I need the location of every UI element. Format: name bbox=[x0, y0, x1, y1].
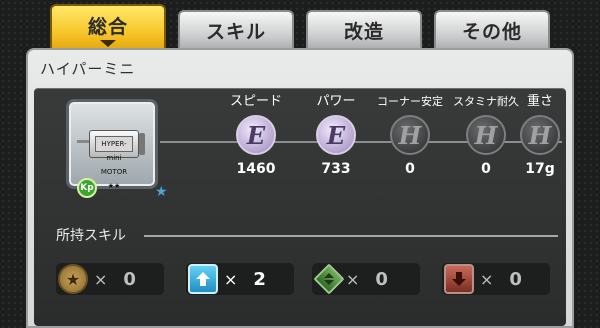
tab-skill-label: スキル bbox=[205, 20, 266, 43]
grade-badge: E bbox=[316, 115, 356, 155]
tab-overview[interactable]: 総合 bbox=[50, 4, 166, 50]
skills-heading: 所持スキル bbox=[56, 228, 126, 244]
up-arrow-icon bbox=[188, 264, 218, 294]
multiply-sign: × bbox=[480, 269, 494, 289]
skill-count: 2 bbox=[253, 268, 266, 290]
stat-value: 0 bbox=[405, 161, 415, 177]
skill-count: 0 bbox=[509, 268, 522, 290]
tab-modify-label: 改造 bbox=[343, 20, 384, 43]
part-thumbnail[interactable]: HYPER-mini MOTOR ★★ Kp ★ bbox=[66, 99, 168, 200]
tab-other[interactable]: その他 bbox=[434, 10, 550, 48]
motor-icon: HYPER-mini MOTOR ★★ bbox=[89, 130, 139, 190]
kp-badge: Kp bbox=[77, 178, 97, 198]
stats-area: HYPER-mini MOTOR ★★ Kp ★ スピード E 1460 パワー… bbox=[34, 88, 566, 326]
star-icon: ★ bbox=[155, 184, 168, 200]
multiply-sign: × bbox=[346, 269, 360, 289]
motor-cap bbox=[139, 133, 145, 155]
tab-overview-label: 総合 bbox=[87, 15, 128, 38]
skill-count: 0 bbox=[375, 268, 388, 290]
skill-slot-down[interactable]: × 0 bbox=[442, 263, 550, 295]
skill-slot-up[interactable]: × 2 bbox=[186, 263, 294, 295]
stat-power: パワー E 733 bbox=[296, 93, 376, 177]
stat-name: コーナー安定 bbox=[377, 95, 443, 108]
stat-cornering: コーナー安定 H 0 bbox=[370, 93, 450, 177]
stat-weight: 重さ H 17g bbox=[500, 93, 580, 177]
grade-badge: E bbox=[236, 115, 276, 155]
stat-value: 1460 bbox=[236, 161, 276, 177]
stat-value: 17g bbox=[525, 161, 555, 177]
tab-skill[interactable]: スキル bbox=[178, 10, 294, 48]
motor-label: HYPER-mini MOTOR ★★ bbox=[95, 136, 133, 190]
multiply-sign: × bbox=[94, 269, 108, 289]
grade-badge: H bbox=[520, 115, 560, 155]
stat-speed: スピード E 1460 bbox=[216, 93, 296, 177]
skill-count: 0 bbox=[123, 268, 136, 290]
divider bbox=[144, 235, 558, 237]
tab-modify[interactable]: 改造 bbox=[306, 10, 422, 48]
stat-name: 重さ bbox=[526, 94, 553, 109]
part-name: ハイパーミニ bbox=[40, 60, 136, 78]
chevron-down-icon bbox=[100, 39, 116, 47]
grade-badge: H bbox=[390, 115, 430, 155]
skill-slot-star[interactable]: ★ × 0 bbox=[56, 263, 164, 295]
star-circle-icon: ★ bbox=[58, 264, 88, 294]
stat-name: スピード bbox=[229, 94, 282, 109]
tab-other-label: その他 bbox=[461, 20, 522, 43]
stat-value: 733 bbox=[321, 161, 351, 177]
down-arrow-icon bbox=[444, 264, 474, 294]
part-detail-panel: ハイパーミニ HYPER-mini MOTOR ★★ Kp ★ スピード E 1… bbox=[26, 48, 574, 328]
multiply-sign: × bbox=[224, 269, 238, 289]
diamond-arrows-icon bbox=[313, 263, 345, 295]
stat-name: パワー bbox=[316, 94, 356, 109]
skill-slot-diamond[interactable]: × 0 bbox=[312, 263, 420, 295]
